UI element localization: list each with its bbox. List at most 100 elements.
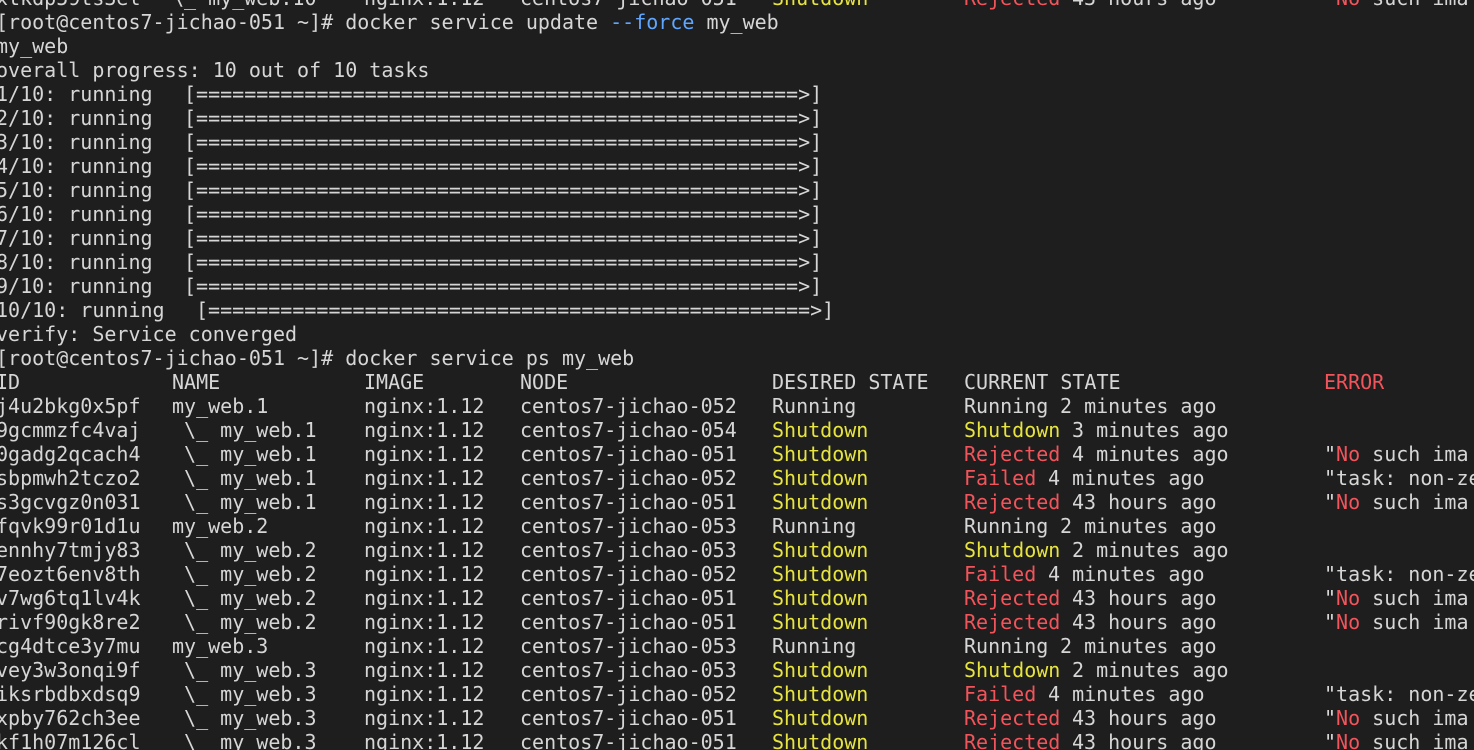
- task-error: "No such ima: [1324, 586, 1469, 610]
- table-row: 9gcmmzfc4vaj \_ my_web.1 nginx:1.12 centos…: [0, 418, 1474, 442]
- progress-list: 1/10: running [==========================…: [0, 82, 1474, 322]
- progress-label: 7/10: running: [0, 226, 153, 250]
- task-image: nginx:1.12: [364, 418, 485, 442]
- task-error: "task: non-ze: [1324, 682, 1474, 706]
- task-name: \_ my_web.1: [172, 490, 317, 514]
- task-id: kf1h07m126cl: [0, 730, 141, 750]
- task-id: fqvk99r01d1u: [0, 514, 141, 538]
- progress-bar: [=======================================…: [184, 130, 823, 154]
- task-error-rest: such ima: [1360, 610, 1469, 634]
- task-current-time: 3 minutes ago: [1072, 418, 1229, 442]
- task-image: nginx:1.12: [364, 0, 484, 10]
- task-error-rest: such ima: [1360, 730, 1469, 750]
- task-current-state: Running: [964, 634, 1049, 658]
- output-line: verify: Service converged: [0, 322, 1474, 346]
- task-current-time: 2 minutes ago: [1060, 394, 1217, 418]
- task-id: 0gadg2qcach4: [0, 442, 141, 466]
- task-error-quote: ": [1324, 682, 1337, 706]
- terminal-window[interactable]: xtkdp59ts3el \_ my_web.10 nginx:1.12 cen…: [0, 0, 1474, 750]
- progress-line: 2/10: running [==========================…: [0, 106, 1474, 130]
- task-error: "No such ima: [1324, 706, 1469, 730]
- task-id: v7wg6tq1lv4k: [0, 586, 141, 610]
- progress-bar: [=======================================…: [184, 106, 823, 130]
- table-row: sbpmwh2tczo2 \_ my_web.1 nginx:1.12 centos…: [0, 466, 1474, 490]
- task-id: j4u2bkg0x5pf: [0, 394, 141, 418]
- task-error-word: No: [1336, 730, 1361, 750]
- verify-text: verify: Service converged: [0, 322, 298, 346]
- header-error: ERROR: [1324, 370, 1385, 394]
- table-row: fqvk99r01d1u my_web.2 nginx:1.12 centos7-ji…: [0, 514, 1474, 538]
- task-name: \_ my_web.2: [172, 562, 317, 586]
- progress-label: 9/10: running: [0, 274, 153, 298]
- task-node: centos7-jichao-053: [520, 658, 737, 682]
- progress-label: 1/10: running: [0, 82, 153, 106]
- task-desired-state: Running: [772, 394, 857, 418]
- task-current-time: 4 minutes ago: [1072, 442, 1229, 466]
- progress-label: 5/10: running: [0, 178, 153, 202]
- task-desired-state: Shutdown: [772, 538, 869, 562]
- table-row: cg4dtce3y7mu my_web.3 nginx:1.12 centos7-ji…: [0, 634, 1474, 658]
- progress-line: 8/10: running [==========================…: [0, 250, 1474, 274]
- task-current-state: Running: [964, 394, 1049, 418]
- task-error-word: No: [1336, 610, 1361, 634]
- command-text: docker service update: [345, 10, 611, 34]
- shell-command: [root@centos7-jichao-051 ~]# docker serv…: [0, 10, 779, 34]
- task-error-word: No: [1336, 586, 1361, 610]
- task-current-state: Failed: [964, 466, 1037, 490]
- task-error-quote: ": [1324, 610, 1337, 634]
- task-name: \_ my_web.1: [172, 466, 317, 490]
- task-error: "task: non-ze: [1324, 466, 1474, 490]
- task-current-state: Rejected: [964, 730, 1061, 750]
- task-current-state: Shutdown: [964, 658, 1061, 682]
- progress-bar: [=======================================…: [184, 202, 823, 226]
- task-error-quote: ": [1324, 562, 1337, 586]
- task-error: "No such ima: [1324, 442, 1469, 466]
- header-desired-state: DESIRED STATE: [772, 370, 929, 394]
- progress-bar: [=======================================…: [184, 154, 823, 178]
- task-error-quote: ": [1324, 586, 1337, 610]
- progress-bar: [=======================================…: [184, 226, 823, 250]
- task-node: centos7-jichao-051: [520, 442, 737, 466]
- task-desired-state: Shutdown: [772, 682, 869, 706]
- task-image: nginx:1.12: [364, 490, 485, 514]
- progress-label: 10/10: running: [0, 298, 165, 322]
- output-line: overall progress: 10 out of 10 tasks: [0, 58, 1474, 82]
- task-id: iksrbdbxdsq9: [0, 682, 141, 706]
- task-id: rivf90gk8re2: [0, 610, 141, 634]
- task-node: centos7-jichao-051: [520, 490, 737, 514]
- task-error-quote: ": [1324, 730, 1337, 750]
- progress-label: 4/10: running: [0, 154, 153, 178]
- command-line-ps: [root@centos7-jichao-051 ~]# docker serv…: [0, 346, 1474, 370]
- header-id: ID: [0, 370, 21, 394]
- task-error-word: No: [1336, 490, 1361, 514]
- task-id: xtkdp59ts3el: [0, 0, 141, 10]
- task-desired-state: Shutdown: [772, 562, 869, 586]
- task-id: vey3w3onqi9f: [0, 658, 141, 682]
- header-name: NAME: [172, 370, 221, 394]
- task-node: centos7-jichao-053: [520, 634, 737, 658]
- task-current-time: 43 hours ago: [1072, 730, 1217, 750]
- task-id: cg4dtce3y7mu: [0, 634, 141, 658]
- output-line: my_web: [0, 34, 1474, 58]
- task-node: centos7-jichao-052: [520, 466, 737, 490]
- task-current-time: 43 hours ago: [1072, 610, 1217, 634]
- task-desired-state: Shutdown: [772, 658, 869, 682]
- task-id: s3gcvgz0n031: [0, 490, 141, 514]
- progress-line: 5/10: running [==========================…: [0, 178, 1474, 202]
- task-name: \_ my_web.2: [172, 610, 317, 634]
- task-current-state: Running: [964, 514, 1049, 538]
- table-row: rivf90gk8re2 \_ my_web.2 nginx:1.12 centos…: [0, 610, 1474, 634]
- task-error-word: No: [1336, 442, 1361, 466]
- task-current-state: Shutdown: [964, 418, 1061, 442]
- progress-line: 7/10: running [==========================…: [0, 226, 1474, 250]
- task-current-time: 43 hours ago: [1072, 0, 1217, 10]
- task-current-state: Rejected: [964, 610, 1061, 634]
- header-current-state: CURRENT STATE: [964, 370, 1121, 394]
- progress-bar: [=======================================…: [184, 274, 823, 298]
- task-current-time: 43 hours ago: [1072, 490, 1217, 514]
- task-desired-state: Shutdown: [772, 0, 868, 10]
- task-error-rest: such ima: [1360, 0, 1468, 10]
- terminal-screen: xtkdp59ts3el \_ my_web.10 nginx:1.12 cen…: [0, 0, 1474, 750]
- task-current-state: Rejected: [964, 0, 1060, 10]
- task-error-rest: such ima: [1360, 490, 1469, 514]
